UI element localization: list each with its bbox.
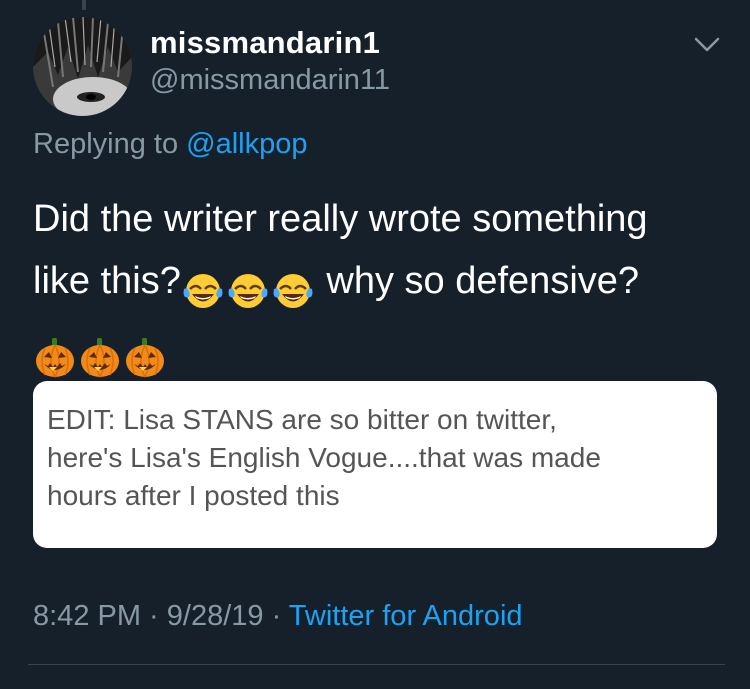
attached-image-text: EDIT: Lisa STANS are so bitter on twitte… — [47, 401, 703, 515]
meta-separator: · — [141, 600, 167, 632]
face-with-tears-of-joy-icon — [226, 267, 270, 311]
user-handle[interactable]: @missmandarin11 — [150, 64, 390, 97]
attached-image-text-line-1: EDIT: Lisa STANS are so bitter on twitte… — [47, 404, 557, 435]
tweet-text: Did the writer really wrote something li… — [33, 188, 723, 386]
tweet-date[interactable]: 9/28/19 — [167, 600, 264, 632]
face-with-tears-of-joy-icon — [181, 267, 225, 311]
attached-image-text-line-2: here's Lisa's English Vogue....that was … — [47, 442, 601, 473]
attached-image-card[interactable]: EDIT: Lisa STANS are so bitter on twitte… — [33, 381, 717, 548]
replying-to-line: Replying to @allkpop — [33, 128, 308, 161]
tweet-text-line-1: Did the writer really wrote something — [33, 198, 648, 240]
jack-o-lantern-icon — [33, 335, 77, 379]
face-with-tears-of-joy-icon — [271, 267, 315, 311]
pumpkin-emoji-group — [33, 324, 168, 386]
avatar-image — [33, 17, 132, 116]
thread-connector-line — [82, 0, 86, 10]
tweet-time[interactable]: 8:42 PM — [33, 600, 141, 632]
chevron-down-icon[interactable] — [692, 34, 722, 56]
jack-o-lantern-icon — [123, 335, 167, 379]
replying-to-label: Replying to — [33, 128, 187, 160]
tweet-source-link[interactable]: Twitter for Android — [289, 600, 523, 632]
display-name[interactable]: missmandarin1 — [150, 25, 380, 61]
laughing-emoji-group — [181, 256, 316, 318]
attached-image-text-line-3: hours after I posted this — [47, 480, 340, 511]
avatar[interactable] — [33, 17, 132, 116]
tweet-text-line-2: like this? why so defensive? — [33, 250, 723, 318]
divider — [28, 664, 725, 665]
tweet-meta: 8:42 PM · 9/28/19 · Twitter for Android — [33, 600, 523, 633]
tweet-text-segment: like this? — [33, 260, 181, 302]
tweet-text-line-3 — [33, 318, 723, 386]
meta-separator: · — [263, 600, 289, 632]
jack-o-lantern-icon — [78, 335, 122, 379]
tweet-text-segment: why so defensive? — [315, 260, 640, 302]
reply-mention-link[interactable]: @allkpop — [186, 128, 307, 160]
